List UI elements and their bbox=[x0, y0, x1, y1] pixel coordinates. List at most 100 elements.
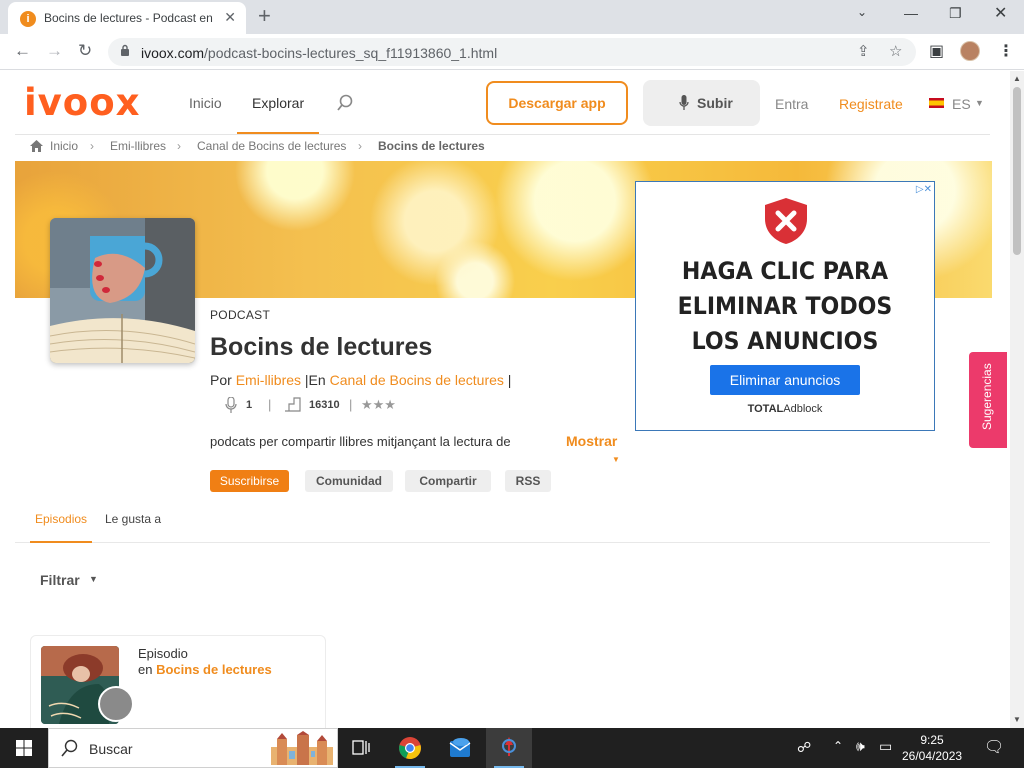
new-tab-button[interactable]: + bbox=[258, 3, 271, 29]
system-clock[interactable]: 9:25 26/04/2023 bbox=[902, 732, 962, 764]
home-icon[interactable] bbox=[30, 140, 43, 152]
tab-episodios[interactable]: Episodios bbox=[35, 512, 87, 526]
suggestions-side-tab[interactable]: Sugerencias bbox=[969, 352, 1007, 448]
upload-button[interactable]: Subir bbox=[643, 80, 760, 126]
rss-button[interactable]: RSS bbox=[505, 470, 551, 492]
plays-count: 16310 bbox=[309, 399, 340, 411]
nav-explorar[interactable]: Explorar bbox=[252, 95, 304, 111]
scroll-up-arrow-icon[interactable]: ▲ bbox=[1013, 74, 1021, 83]
page-scrollbar[interactable]: ▲ ▼ bbox=[1010, 71, 1024, 728]
clock-date: 26/04/2023 bbox=[902, 749, 963, 763]
forward-arrow-icon[interactable]: → bbox=[46, 41, 63, 61]
show-hidden-icons-chevron-icon[interactable]: ⌃ bbox=[833, 739, 843, 753]
url-path: /podcast-bocins-lectures_sq_f11913860_1.… bbox=[204, 45, 498, 61]
minimize-icon[interactable]: — bbox=[904, 5, 918, 21]
tab-search-chevron-icon[interactable]: ⌄ bbox=[857, 5, 867, 19]
mail-cloud-icon bbox=[449, 738, 471, 757]
subscribe-button[interactable]: Suscribirse bbox=[210, 470, 289, 492]
podcast-title: Bocins de lectures bbox=[210, 333, 433, 361]
volume-icon[interactable]: 🕪 bbox=[856, 738, 865, 755]
share-icon[interactable]: ⇪ bbox=[857, 42, 870, 60]
taskbar-outlook-button[interactable] bbox=[437, 728, 483, 768]
reload-icon[interactable]: ↻ bbox=[78, 41, 92, 61]
episode-type-label: Episodio bbox=[138, 646, 188, 661]
podcast-byline: Por Emi-llibres |En Canal de Bocins de l… bbox=[210, 372, 511, 388]
breadcrumb-chevron-icon: › bbox=[358, 139, 362, 153]
browser-tab[interactable]: i Bocins de lectures - Podcast en iVoox … bbox=[8, 2, 246, 34]
by-prefix: Por bbox=[210, 372, 232, 388]
community-button[interactable]: Comunidad bbox=[305, 470, 393, 492]
cover-illustration bbox=[50, 218, 195, 363]
lock-icon bbox=[121, 44, 129, 56]
caret-down-icon[interactable]: ▼ bbox=[89, 574, 98, 584]
windows-start-icon[interactable] bbox=[16, 740, 32, 756]
ad-headline: HAGA CLIC PARA ELIMINAR TODOS LOS ANUNCI… bbox=[648, 254, 922, 359]
taskbar-active-app-button[interactable] bbox=[486, 728, 532, 768]
breadcrumb-inicio[interactable]: Inicio bbox=[50, 139, 78, 153]
spain-flag-icon[interactable] bbox=[929, 98, 944, 108]
advertisement[interactable]: ▷✕ HAGA CLIC PARA ELIMINAR TODOS LOS ANU… bbox=[635, 181, 935, 431]
episode-podcast-line: en Bocins de lectures bbox=[138, 662, 272, 677]
caret-down-icon[interactable]: ▼ bbox=[975, 98, 984, 108]
browser-tab-strip: i Bocins de lectures - Podcast en iVoox … bbox=[0, 0, 1024, 34]
caret-down-icon[interactable]: ▼ bbox=[612, 455, 620, 464]
ivoox-logo[interactable]: ivoox bbox=[24, 81, 141, 124]
episode-podcast-link[interactable]: Bocins de lectures bbox=[156, 662, 272, 677]
author-avatar[interactable] bbox=[98, 686, 134, 722]
shield-icon bbox=[765, 198, 807, 244]
channel-suffix: | bbox=[507, 372, 512, 388]
restore-icon[interactable]: ❐ bbox=[949, 5, 962, 22]
microphone-icon bbox=[679, 95, 689, 110]
rating-stars-icon[interactable]: ★★★ bbox=[361, 397, 396, 413]
episodes-count: 1 bbox=[246, 399, 253, 411]
task-view-button[interactable] bbox=[338, 728, 384, 768]
remove-ads-button[interactable]: Eliminar anuncios bbox=[710, 365, 860, 395]
stat-divider: | bbox=[349, 397, 353, 412]
breadcrumb-emi-llibres[interactable]: Emi-llibres bbox=[110, 139, 166, 153]
side-panel-icon[interactable]: ▣ bbox=[929, 41, 944, 61]
filter-dropdown[interactable]: Filtrar bbox=[40, 572, 80, 588]
bookmark-star-icon[interactable]: ☆ bbox=[889, 42, 902, 60]
nav-inicio[interactable]: Inicio bbox=[189, 95, 222, 111]
windows-taskbar: Buscar ☍ ⌃ 🕪 ▭ 🗨 9:25 26/04/2023 bbox=[0, 728, 1024, 768]
network-icon[interactable]: ▭ bbox=[879, 738, 892, 755]
browser-menu-icon[interactable]: ⋮ bbox=[998, 41, 1014, 61]
tab-le-gusta-a[interactable]: Le gusta a bbox=[105, 512, 161, 526]
search-icon[interactable] bbox=[337, 94, 353, 112]
ad-brand-rest: Adblock bbox=[783, 403, 823, 415]
notifications-icon[interactable]: 🗨 bbox=[984, 737, 1004, 757]
channel-link[interactable]: Canal de Bocins de lectures bbox=[330, 372, 504, 388]
suggestions-label: Sugerencias bbox=[980, 363, 994, 430]
scrollbar-thumb[interactable] bbox=[1013, 87, 1021, 255]
window-close-icon[interactable]: ✕ bbox=[994, 3, 1007, 23]
register-link[interactable]: Registrate bbox=[839, 96, 903, 112]
author-link[interactable]: Emi-llibres bbox=[236, 372, 301, 388]
profile-avatar[interactable] bbox=[960, 41, 980, 61]
people-icon[interactable]: ☍ bbox=[797, 739, 811, 756]
login-link[interactable]: Entra bbox=[775, 96, 808, 112]
back-arrow-icon[interactable]: ← bbox=[14, 41, 31, 61]
tabs-divider bbox=[15, 542, 990, 543]
ad-headline-line: ELIMINAR TODOS bbox=[677, 292, 893, 320]
adchoices-icon[interactable]: ▷✕ bbox=[916, 184, 932, 195]
episode-card[interactable]: Episodio en Bocins de lectures bbox=[30, 635, 326, 728]
taskbar-search-box[interactable]: Buscar bbox=[48, 728, 338, 768]
address-bar[interactable]: ivoox.com/podcast-bocins-lectures_sq_f11… bbox=[108, 38, 916, 66]
tab-close-icon[interactable]: ✕ bbox=[224, 9, 236, 26]
scroll-down-arrow-icon[interactable]: ▼ bbox=[1013, 715, 1021, 724]
podcast-cover-image[interactable] bbox=[50, 218, 195, 363]
show-more-button[interactable]: Mostrar bbox=[566, 433, 617, 449]
breadcrumb-canal[interactable]: Canal de Bocins de lectures bbox=[197, 139, 346, 153]
browser-toolbar: ← → ↻ ivoox.com/podcast-bocins-lectures_… bbox=[0, 34, 1024, 70]
url-text: ivoox.com/podcast-bocins-lectures_sq_f11… bbox=[141, 45, 497, 61]
download-app-button[interactable]: Descargar app bbox=[486, 81, 628, 125]
task-view-icon bbox=[352, 740, 370, 755]
app-pin-icon bbox=[502, 737, 516, 756]
share-button[interactable]: Compartir bbox=[405, 470, 491, 492]
clock-time: 9:25 bbox=[920, 733, 944, 747]
taskbar-chrome-button[interactable] bbox=[387, 728, 433, 768]
language-selector[interactable]: ES bbox=[952, 96, 971, 112]
stat-divider: | bbox=[268, 397, 272, 412]
web-page: ivoox Inicio Explorar Descargar app Subi… bbox=[0, 71, 1010, 728]
ivoox-favicon-icon: i bbox=[20, 11, 36, 27]
